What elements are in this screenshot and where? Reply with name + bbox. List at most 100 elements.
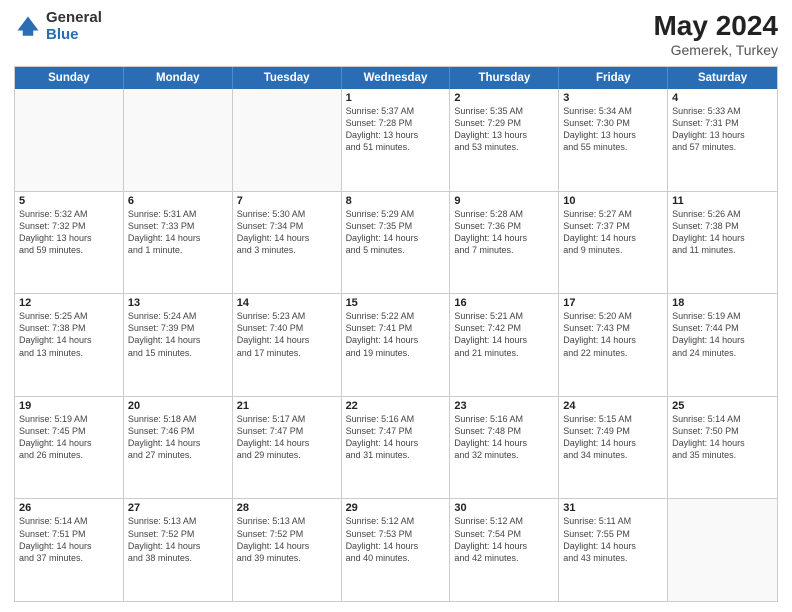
cell-info: Sunrise: 5:35 AMSunset: 7:29 PMDaylight:… <box>454 105 554 154</box>
cell-info: Sunrise: 5:18 AMSunset: 7:46 PMDaylight:… <box>128 413 228 462</box>
cell-info: Sunrise: 5:15 AMSunset: 7:49 PMDaylight:… <box>563 413 663 462</box>
calendar-cell: 30Sunrise: 5:12 AMSunset: 7:54 PMDayligh… <box>450 499 559 601</box>
cell-date: 28 <box>237 502 337 514</box>
logo-general-text: General <box>46 10 102 27</box>
cell-info: Sunrise: 5:27 AMSunset: 7:37 PMDaylight:… <box>563 208 663 257</box>
calendar-cell: 3Sunrise: 5:34 AMSunset: 7:30 PMDaylight… <box>559 89 668 191</box>
calendar-cell: 17Sunrise: 5:20 AMSunset: 7:43 PMDayligh… <box>559 294 668 396</box>
calendar-cell <box>15 89 124 191</box>
cell-date: 4 <box>672 92 773 104</box>
cell-date: 26 <box>19 502 119 514</box>
cell-info: Sunrise: 5:12 AMSunset: 7:53 PMDaylight:… <box>346 515 446 564</box>
calendar-cell: 10Sunrise: 5:27 AMSunset: 7:37 PMDayligh… <box>559 192 668 294</box>
cell-date: 5 <box>19 195 119 207</box>
cell-info: Sunrise: 5:21 AMSunset: 7:42 PMDaylight:… <box>454 310 554 359</box>
calendar-cell: 14Sunrise: 5:23 AMSunset: 7:40 PMDayligh… <box>233 294 342 396</box>
calendar-cell: 18Sunrise: 5:19 AMSunset: 7:44 PMDayligh… <box>668 294 777 396</box>
week-row-5: 26Sunrise: 5:14 AMSunset: 7:51 PMDayligh… <box>15 499 777 601</box>
cell-info: Sunrise: 5:20 AMSunset: 7:43 PMDaylight:… <box>563 310 663 359</box>
calendar-cell: 20Sunrise: 5:18 AMSunset: 7:46 PMDayligh… <box>124 397 233 499</box>
cell-date: 1 <box>346 92 446 104</box>
weeks: 1Sunrise: 5:37 AMSunset: 7:28 PMDaylight… <box>15 89 777 601</box>
cell-info: Sunrise: 5:34 AMSunset: 7:30 PMDaylight:… <box>563 105 663 154</box>
month-title: May 2024 <box>653 10 778 42</box>
calendar-cell: 28Sunrise: 5:13 AMSunset: 7:52 PMDayligh… <box>233 499 342 601</box>
cell-date: 3 <box>563 92 663 104</box>
week-row-3: 12Sunrise: 5:25 AMSunset: 7:38 PMDayligh… <box>15 294 777 397</box>
calendar-cell: 9Sunrise: 5:28 AMSunset: 7:36 PMDaylight… <box>450 192 559 294</box>
calendar-cell: 22Sunrise: 5:16 AMSunset: 7:47 PMDayligh… <box>342 397 451 499</box>
cell-date: 18 <box>672 297 773 309</box>
calendar-cell: 4Sunrise: 5:33 AMSunset: 7:31 PMDaylight… <box>668 89 777 191</box>
day-headers: SundayMondayTuesdayWednesdayThursdayFrid… <box>15 67 777 89</box>
day-header-sunday: Sunday <box>15 67 124 89</box>
cell-info: Sunrise: 5:19 AMSunset: 7:45 PMDaylight:… <box>19 413 119 462</box>
cell-date: 25 <box>672 400 773 412</box>
cell-info: Sunrise: 5:19 AMSunset: 7:44 PMDaylight:… <box>672 310 773 359</box>
cell-date: 14 <box>237 297 337 309</box>
cell-info: Sunrise: 5:30 AMSunset: 7:34 PMDaylight:… <box>237 208 337 257</box>
calendar-page: General Blue May 2024 Gemerek, Turkey Su… <box>0 0 792 612</box>
cell-info: Sunrise: 5:28 AMSunset: 7:36 PMDaylight:… <box>454 208 554 257</box>
calendar-cell: 27Sunrise: 5:13 AMSunset: 7:52 PMDayligh… <box>124 499 233 601</box>
cell-date: 29 <box>346 502 446 514</box>
cell-date: 8 <box>346 195 446 207</box>
cell-date: 22 <box>346 400 446 412</box>
cell-date: 24 <box>563 400 663 412</box>
cell-info: Sunrise: 5:29 AMSunset: 7:35 PMDaylight:… <box>346 208 446 257</box>
cell-date: 27 <box>128 502 228 514</box>
week-row-2: 5Sunrise: 5:32 AMSunset: 7:32 PMDaylight… <box>15 192 777 295</box>
calendar-cell: 1Sunrise: 5:37 AMSunset: 7:28 PMDaylight… <box>342 89 451 191</box>
calendar-cell: 23Sunrise: 5:16 AMSunset: 7:48 PMDayligh… <box>450 397 559 499</box>
calendar-cell <box>233 89 342 191</box>
cell-info: Sunrise: 5:33 AMSunset: 7:31 PMDaylight:… <box>672 105 773 154</box>
calendar-cell: 13Sunrise: 5:24 AMSunset: 7:39 PMDayligh… <box>124 294 233 396</box>
calendar-cell: 16Sunrise: 5:21 AMSunset: 7:42 PMDayligh… <box>450 294 559 396</box>
day-header-tuesday: Tuesday <box>233 67 342 89</box>
cell-date: 20 <box>128 400 228 412</box>
cell-date: 31 <box>563 502 663 514</box>
calendar-cell: 6Sunrise: 5:31 AMSunset: 7:33 PMDaylight… <box>124 192 233 294</box>
calendar-cell: 26Sunrise: 5:14 AMSunset: 7:51 PMDayligh… <box>15 499 124 601</box>
cell-info: Sunrise: 5:32 AMSunset: 7:32 PMDaylight:… <box>19 208 119 257</box>
cell-date: 21 <box>237 400 337 412</box>
logo: General Blue <box>14 10 102 43</box>
cell-info: Sunrise: 5:11 AMSunset: 7:55 PMDaylight:… <box>563 515 663 564</box>
logo-text: General Blue <box>46 10 102 43</box>
cell-date: 15 <box>346 297 446 309</box>
cell-date: 11 <box>672 195 773 207</box>
day-header-friday: Friday <box>559 67 668 89</box>
cell-info: Sunrise: 5:25 AMSunset: 7:38 PMDaylight:… <box>19 310 119 359</box>
cell-info: Sunrise: 5:17 AMSunset: 7:47 PMDaylight:… <box>237 413 337 462</box>
calendar-cell: 15Sunrise: 5:22 AMSunset: 7:41 PMDayligh… <box>342 294 451 396</box>
calendar-cell: 12Sunrise: 5:25 AMSunset: 7:38 PMDayligh… <box>15 294 124 396</box>
cell-date: 17 <box>563 297 663 309</box>
calendar-cell: 11Sunrise: 5:26 AMSunset: 7:38 PMDayligh… <box>668 192 777 294</box>
calendar: SundayMondayTuesdayWednesdayThursdayFrid… <box>14 66 778 602</box>
cell-info: Sunrise: 5:26 AMSunset: 7:38 PMDaylight:… <box>672 208 773 257</box>
cell-date: 7 <box>237 195 337 207</box>
logo-blue-text: Blue <box>46 27 102 44</box>
header: General Blue May 2024 Gemerek, Turkey <box>14 10 778 58</box>
cell-info: Sunrise: 5:16 AMSunset: 7:47 PMDaylight:… <box>346 413 446 462</box>
cell-info: Sunrise: 5:13 AMSunset: 7:52 PMDaylight:… <box>128 515 228 564</box>
calendar-cell: 7Sunrise: 5:30 AMSunset: 7:34 PMDaylight… <box>233 192 342 294</box>
cell-date: 30 <box>454 502 554 514</box>
calendar-cell: 25Sunrise: 5:14 AMSunset: 7:50 PMDayligh… <box>668 397 777 499</box>
calendar-cell: 24Sunrise: 5:15 AMSunset: 7:49 PMDayligh… <box>559 397 668 499</box>
cell-date: 2 <box>454 92 554 104</box>
cell-date: 13 <box>128 297 228 309</box>
calendar-cell <box>124 89 233 191</box>
title-block: May 2024 Gemerek, Turkey <box>653 10 778 58</box>
cell-info: Sunrise: 5:23 AMSunset: 7:40 PMDaylight:… <box>237 310 337 359</box>
cell-date: 23 <box>454 400 554 412</box>
day-header-monday: Monday <box>124 67 233 89</box>
cell-info: Sunrise: 5:13 AMSunset: 7:52 PMDaylight:… <box>237 515 337 564</box>
calendar-cell: 29Sunrise: 5:12 AMSunset: 7:53 PMDayligh… <box>342 499 451 601</box>
week-row-4: 19Sunrise: 5:19 AMSunset: 7:45 PMDayligh… <box>15 397 777 500</box>
location: Gemerek, Turkey <box>653 42 778 58</box>
day-header-saturday: Saturday <box>668 67 777 89</box>
cell-date: 9 <box>454 195 554 207</box>
cell-info: Sunrise: 5:22 AMSunset: 7:41 PMDaylight:… <box>346 310 446 359</box>
calendar-cell: 8Sunrise: 5:29 AMSunset: 7:35 PMDaylight… <box>342 192 451 294</box>
